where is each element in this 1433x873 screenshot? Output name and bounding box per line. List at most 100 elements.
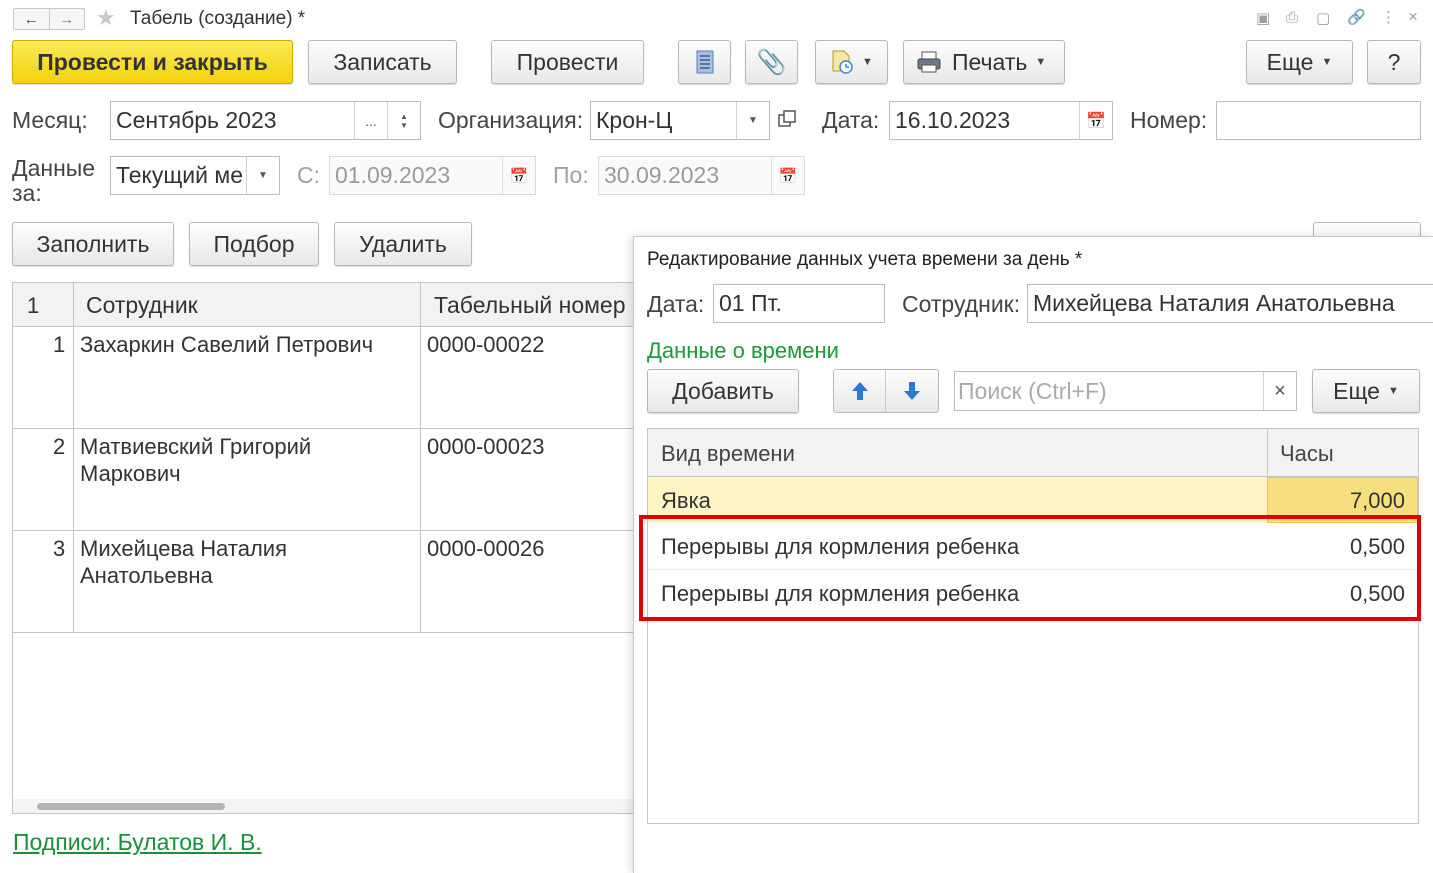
org-field[interactable]: Крон-Ц ▼ [590,101,770,140]
link-icon[interactable]: 🔗 [1347,8,1366,26]
data-for-label: Данные за: [12,156,102,206]
from-date-field: 01.09.2023 📅 [329,156,536,195]
scrollbar-thumb[interactable] [37,803,225,810]
forward-arrow-icon[interactable]: → [50,9,85,29]
signatures-link[interactable]: Подписи: Булатов И. В. [13,829,262,856]
data-for-value: Текущий ме [116,162,243,188]
table-row[interactable]: 3 Михейцева Наталия Анатольевна 0000-000… [13,531,653,633]
date-label: Дата: [822,107,880,133]
printer-icon [917,51,941,73]
table-row[interactable]: 1 Захаркин Савелий Петрович 0000-00022 [13,327,653,429]
move-up-button[interactable] [834,370,886,412]
back-arrow-icon[interactable]: ← [14,9,50,29]
month-select-button[interactable]: ... [354,102,387,139]
employee-name-line1: Михейцева Наталия [80,536,288,561]
tab-number: 0000-00026 [427,536,545,561]
section-title: Данные о времени [647,338,839,363]
arrow-down-icon [904,382,920,400]
column-header-hours[interactable]: Часы [1280,440,1334,467]
write-button[interactable]: Записать [308,40,457,84]
to-calendar-button: 📅 [771,157,804,194]
employee-name-line1: Матвиевский Григорий [80,434,312,459]
add-button[interactable]: Добавить [647,369,799,413]
time-table: Вид времени Часы Явка 7,000 Перерывы для… [647,428,1419,824]
date-field[interactable]: 16.10.2023 📅 [889,101,1113,140]
search-input[interactable]: Поиск (Ctrl+F) × [954,371,1297,411]
dialog-employee-field[interactable]: Михейцева Наталия Анатольевна [1027,284,1433,323]
printer-icon[interactable]: ⎙ [1286,9,1298,26]
help-button[interactable]: ? [1367,40,1421,84]
data-for-dropdown-button[interactable]: ▼ [246,157,279,194]
dialog-date-value: 01 Пт. [719,290,782,316]
attach-button[interactable]: 📎 [745,40,798,84]
month-label: Месяц: [12,107,88,133]
move-buttons [833,369,939,413]
calendar-button[interactable]: 📅 [1079,102,1112,139]
column-header-tab-number[interactable]: Табельный номер [434,292,626,319]
row-number: 3 [53,536,66,561]
row-number: 2 [53,434,66,459]
month-stepper[interactable]: ▲ ▼ [387,102,420,139]
save-icon[interactable]: ▣ [1256,9,1270,27]
table-row[interactable]: 2 Матвиевский Григорий Маркович 0000-000… [13,429,653,531]
dialog-employee-label: Сотрудник: [902,291,1021,317]
dialog-date-field[interactable]: 01 Пт. [713,284,885,323]
arrow-up-icon [851,382,868,400]
title-bar: ← → ★ Табель (создание) * ▣ ⎙ ▢ 🔗 ⋮ × [0,0,1433,36]
org-dropdown-button[interactable]: ▼ [736,102,769,139]
hours-value: 7,000 [1349,488,1405,513]
column-header-number[interactable]: 1 [27,292,39,319]
column-header-time-kind[interactable]: Вид времени [661,440,795,467]
org-label: Организация: [438,107,584,133]
more-button[interactable]: Еще ▼ [1246,40,1353,84]
column-divider [1267,429,1268,477]
clear-icon: × [1274,379,1286,402]
clear-search-button[interactable]: × [1263,372,1296,410]
date-value: 16.10.2023 [895,107,1011,133]
fill-button[interactable]: Заполнить [12,222,174,266]
post-and-close-button[interactable]: Провести и закрыть [12,40,293,84]
to-date-field: 30.09.2023 📅 [598,156,805,195]
select-button[interactable]: Подбор [189,222,319,266]
column-header-employee[interactable]: Сотрудник [86,292,198,319]
from-date-value: 01.09.2023 [335,162,451,188]
tab-number: 0000-00022 [427,332,545,357]
number-field[interactable] [1216,101,1421,140]
employee-name-line2: Анатольевна [80,563,213,588]
row-number: 1 [53,332,66,357]
open-org-icon[interactable] [776,108,798,130]
stepper-down-icon[interactable]: ▼ [400,121,408,130]
nav-buttons: ← → [13,8,85,30]
month-field[interactable]: Сентябрь 2023 ... ▲ ▼ [110,101,421,140]
document-list-button[interactable] [678,40,731,84]
preview-icon[interactable]: ▢ [1316,9,1330,27]
data-for-field[interactable]: Текущий ме ▼ [110,156,280,195]
employee-name: Матвиевский Григорий Маркович [80,433,311,487]
employee-name: Михейцева Наталия Анатольевна [80,535,287,589]
tab-number: 0000-00023 [427,434,545,459]
calendar-icon: 📅 [778,167,798,185]
document-list-icon [696,50,713,74]
close-icon[interactable]: × [1408,7,1418,27]
to-label: По: [553,162,589,188]
chevron-down-icon: ▼ [1387,385,1399,397]
time-table-header: Вид времени Часы [648,429,1418,477]
horizontal-scrollbar[interactable] [13,799,653,813]
star-icon[interactable]: ★ [96,5,116,31]
print-button[interactable]: Печать ▼ [903,40,1065,84]
create-based-on-button[interactable]: ▼ [815,40,888,84]
chevron-down-icon: ▼ [862,56,873,68]
calendar-icon: 📅 [1086,112,1106,130]
stepper-up-icon[interactable]: ▲ [400,112,408,121]
move-down-button[interactable] [886,370,938,412]
post-button[interactable]: Провести [491,40,644,84]
chevron-down-icon: ▼ [1035,56,1047,68]
chevron-down-icon: ▼ [258,170,268,181]
dialog-more-button[interactable]: Еще ▼ [1312,369,1420,413]
highlight-frame [639,515,1421,621]
delete-button[interactable]: Удалить [334,222,472,266]
calendar-icon: 📅 [509,167,529,185]
window-title: Табель (создание) * [130,8,306,29]
column-divider [73,283,74,327]
more-vertical-icon[interactable]: ⋮ [1381,8,1396,26]
